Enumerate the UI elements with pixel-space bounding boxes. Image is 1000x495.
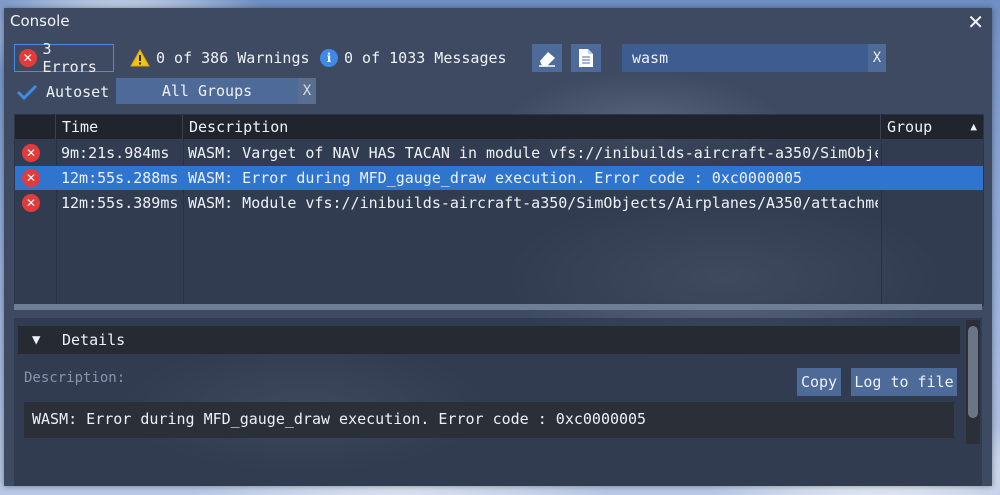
groups-select[interactable]: All Groups xyxy=(116,78,298,104)
row-time: 12m:55s.288ms xyxy=(61,169,179,187)
messages-filter-button[interactable]: i 0 of 1033 Messages xyxy=(320,44,507,72)
eraser-icon xyxy=(539,52,555,67)
error-icon: ✕ xyxy=(22,194,40,212)
error-icon: ✕ xyxy=(22,144,40,162)
info-icon: i xyxy=(320,49,338,67)
panel-splitter[interactable] xyxy=(14,304,982,310)
autoset-toggle[interactable]: Autoset xyxy=(16,78,109,106)
details-panel: ▼ Details Description: Copy Log to file … xyxy=(14,318,982,486)
search-clear-button[interactable]: X xyxy=(868,44,886,72)
search-input[interactable]: wasm xyxy=(622,44,868,72)
warnings-filter-button[interactable]: 0 of 386 Warnings xyxy=(130,44,310,72)
table-header: Time Description Group ▲ xyxy=(15,115,983,139)
column-header-group-label: Group xyxy=(887,118,933,136)
triangle-down-icon: ▼ xyxy=(32,332,41,348)
column-header-group[interactable]: Group ▲ xyxy=(881,115,983,139)
column-header-description[interactable]: Description xyxy=(183,115,881,139)
row-time: 12m:55s.389ms xyxy=(61,194,179,212)
window-title: Console xyxy=(10,12,70,30)
details-toggle[interactable]: ▼ Details xyxy=(18,326,960,354)
messages-label: 0 of 1033 Messages xyxy=(344,49,507,67)
warning-icon xyxy=(130,49,150,67)
table-row[interactable]: ✕ 9m:21s.984ms WASM: Varget of NAV HAS T… xyxy=(15,141,983,165)
copy-all-button[interactable] xyxy=(571,44,601,72)
console-window: Console ✕ ✕ 3 Errors 0 of 386 Warnings i… xyxy=(4,8,992,486)
details-scrollbar[interactable] xyxy=(966,320,980,444)
log-table: Time Description Group ▲ ✕ 9m:21s.984ms … xyxy=(14,114,984,306)
description-value[interactable]: WASM: Error during MFD_gauge_draw execut… xyxy=(24,402,954,438)
checkmark-icon xyxy=(16,84,38,101)
error-icon: ✕ xyxy=(19,49,37,67)
row-description: WASM: Error during MFD_gauge_draw execut… xyxy=(188,169,803,187)
group-toolbar: Autoset All Groups X xyxy=(14,78,414,106)
description-label: Description: xyxy=(24,370,126,386)
log-to-file-button[interactable]: Log to file xyxy=(851,368,957,396)
close-icon[interactable]: ✕ xyxy=(967,10,984,34)
scrollbar-thumb[interactable] xyxy=(968,326,978,418)
column-header-icon[interactable] xyxy=(15,115,56,139)
table-row[interactable]: ✕ 12m:55s.389ms WASM: Module vfs://inibu… xyxy=(15,191,983,215)
autoset-label: Autoset xyxy=(46,83,110,101)
error-icon: ✕ xyxy=(22,169,40,187)
row-description: WASM: Module vfs://inibuilds-aircraft-a3… xyxy=(188,194,878,212)
errors-filter-button[interactable]: ✕ 3 Errors xyxy=(14,40,114,76)
copy-button[interactable]: Copy xyxy=(797,368,841,396)
row-time: 9m:21s.984ms xyxy=(61,144,170,162)
table-row-selected[interactable]: ✕ 12m:55s.288ms WASM: Error during MFD_g… xyxy=(15,166,983,190)
groups-clear-button[interactable]: X xyxy=(298,78,316,104)
filter-toolbar: ✕ 3 Errors 0 of 386 Warnings i 0 of 1033… xyxy=(14,40,984,76)
clear-log-button[interactable] xyxy=(532,44,562,72)
details-title: Details xyxy=(62,331,126,349)
row-description: WASM: Varget of NAV HAS TACAN in module … xyxy=(188,144,878,162)
warnings-label: 0 of 386 Warnings xyxy=(156,49,310,67)
sort-up-icon[interactable]: ▲ xyxy=(970,115,977,139)
errors-label: 3 Errors xyxy=(42,40,97,76)
column-header-time[interactable]: Time xyxy=(56,115,183,139)
document-icon xyxy=(579,49,593,67)
title-bar: Console ✕ xyxy=(4,8,992,34)
